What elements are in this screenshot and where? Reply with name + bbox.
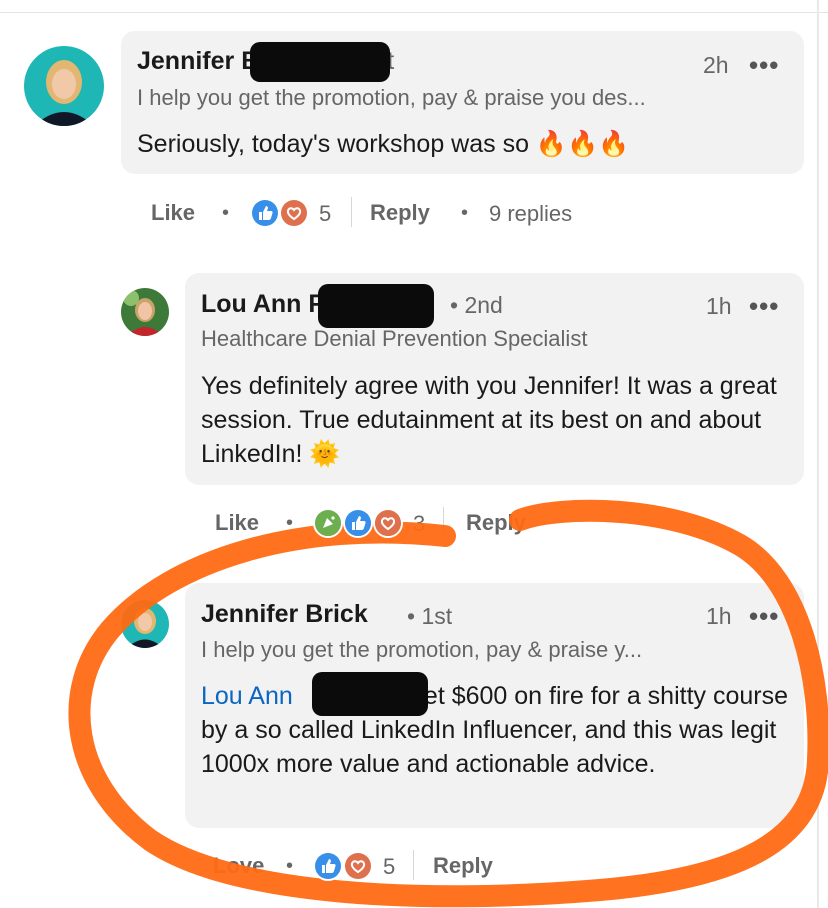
comment-text: Lou Annan I set $600 on fire for a shitt… [201,679,791,781]
celebrate-reaction-icon [313,508,343,538]
author-headline: I help you get the promotion, pay & prai… [137,85,646,110]
author-headline: Healthcare Denial Prevention Specialist [201,326,588,351]
mention-link[interactable]: Lou Ann [201,682,293,710]
connection-degree: • 1st [407,603,453,629]
timestamp: 1h [706,293,732,319]
avatar[interactable] [24,46,104,126]
like-reaction-icon [250,198,280,228]
avatar-photo-icon [121,288,169,336]
reply-button[interactable]: Reply [433,853,493,879]
like-button[interactable]: Like [215,510,259,536]
like-reaction-icon [313,851,343,881]
separator-dot: • [286,855,294,877]
avatar[interactable] [121,600,169,648]
separator-dot: • [222,202,230,224]
like-button[interactable]: Like [151,200,195,226]
reaction-count[interactable]: 3 [413,511,425,537]
redaction [250,42,390,82]
love-reaction-icon [373,508,403,538]
timestamp: 2h [703,52,729,78]
reaction-count[interactable]: 5 [383,854,395,880]
redaction [312,672,428,716]
separator-dot: • [286,512,294,534]
reply-button[interactable]: Reply [466,510,526,536]
reaction-count[interactable]: 5 [319,201,331,227]
timestamp: 1h [706,603,732,629]
replies-count[interactable]: 9 replies [489,201,572,227]
author-headline: I help you get the promotion, pay & prai… [201,637,643,662]
comment-text: Yes definitely agree with you Jennifer! … [201,372,777,468]
love-button[interactable]: Love [213,853,264,879]
reply-button[interactable]: Reply [370,200,430,226]
avatar[interactable] [121,288,169,336]
connection-degree: • 2nd [450,292,503,318]
more-options-icon[interactable]: ••• [749,601,779,632]
avatar-photo-icon [121,600,169,648]
top-divider [0,12,828,13]
comment-text: Seriously, today's workshop was so 🔥🔥🔥 [137,130,630,158]
author-name[interactable]: Jennifer Brick [201,600,368,629]
action-divider [443,507,444,537]
action-divider [413,850,414,880]
redaction [318,284,434,328]
avatar-photo-icon [24,46,104,126]
more-options-icon[interactable]: ••• [749,50,779,81]
love-reaction-icon [279,198,309,228]
more-options-icon[interactable]: ••• [749,291,779,322]
love-reaction-icon [343,851,373,881]
separator-dot: • [461,202,469,224]
action-divider [351,197,352,227]
scroll-track[interactable] [817,0,819,908]
like-reaction-icon [343,508,373,538]
